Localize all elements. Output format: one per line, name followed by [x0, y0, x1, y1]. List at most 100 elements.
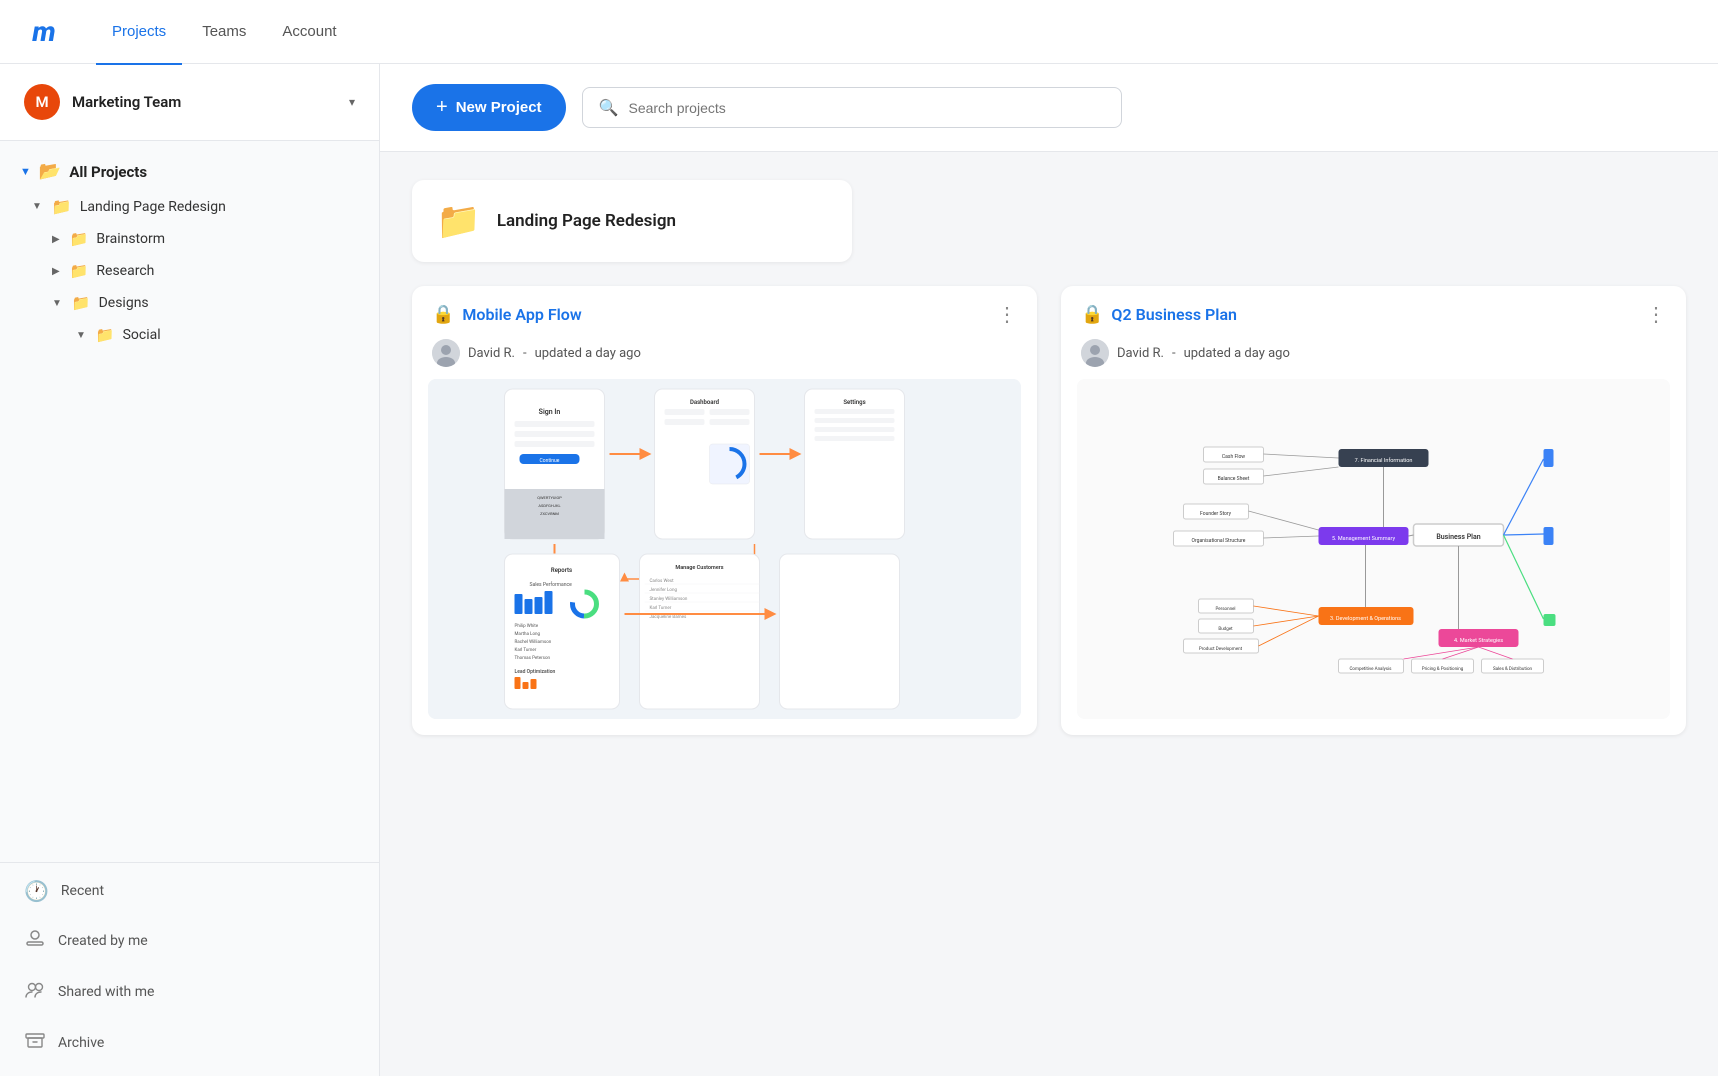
- svg-text:Stanley Williamson: Stanley Williamson: [650, 596, 688, 602]
- content-header: + New Project 🔍: [380, 64, 1718, 152]
- svg-text:ZXCVBNM: ZXCVBNM: [540, 511, 559, 516]
- tree-item-brainstorm[interactable]: ▶ 📁 Brainstorm: [0, 223, 379, 255]
- svg-text:Sign In: Sign In: [539, 408, 561, 416]
- folder-card-title: Landing Page Redesign: [497, 211, 676, 231]
- created-by-me-icon: [24, 927, 46, 954]
- landing-label: Landing Page Redesign: [80, 199, 226, 215]
- svg-text:5. Management Summary: 5. Management Summary: [1332, 536, 1396, 542]
- nav-item-recent[interactable]: 🕐 Recent: [0, 867, 379, 915]
- search-bar: 🔍: [582, 87, 1122, 128]
- brainstorm-chevron: ▶: [52, 234, 60, 245]
- svg-text:Sales Performance: Sales Performance: [530, 581, 573, 588]
- svg-text:Founder Story: Founder Story: [1200, 511, 1232, 517]
- author-avatar-q2: [1081, 339, 1109, 367]
- tree-item-landing-page[interactable]: ▼ 📁 Landing Page Redesign: [0, 190, 379, 223]
- team-avatar: M: [24, 84, 60, 120]
- lock-icon-mobile: 🔒: [432, 304, 454, 325]
- landing-folder-icon: 📁: [52, 197, 72, 216]
- tab-teams[interactable]: Teams: [186, 15, 262, 48]
- shared-with-me-icon: [24, 978, 46, 1005]
- top-nav: m Projects Teams Account: [0, 0, 1718, 64]
- all-projects-header[interactable]: ▼ 📂 All Projects: [0, 153, 379, 190]
- new-project-label: New Project: [456, 99, 542, 116]
- svg-text:ASDFGHJKL: ASDFGHJKL: [538, 503, 561, 508]
- research-icon: 📁: [70, 262, 89, 280]
- folder-card-landing[interactable]: 📁 Landing Page Redesign: [412, 180, 852, 262]
- archive-label: Archive: [58, 1035, 104, 1051]
- shared-with-me-label: Shared with me: [58, 984, 154, 1000]
- svg-text:Karl Turner: Karl Turner: [650, 605, 672, 611]
- research-chevron: ▶: [52, 266, 60, 277]
- plus-icon: +: [436, 96, 448, 119]
- projects-row: 🔒 Mobile App Flow ⋮ David R.: [412, 286, 1686, 735]
- tree-item-designs[interactable]: ▼ 📁 Designs: [0, 287, 379, 319]
- designs-label: Designs: [99, 295, 149, 311]
- new-project-button[interactable]: + New Project: [412, 84, 566, 131]
- team-name: Marketing Team: [72, 93, 337, 111]
- sidebar-nav: 🕐 Recent Created by me: [0, 850, 379, 1076]
- author-avatar-mobile: [432, 339, 460, 367]
- svg-text:Martha Long: Martha Long: [515, 631, 541, 637]
- created-by-me-label: Created by me: [58, 933, 148, 949]
- nav-divider: [0, 862, 379, 863]
- social-icon: 📁: [96, 326, 115, 344]
- logo-letter: m: [32, 15, 55, 48]
- card-author-mobile: David R. - updated a day ago: [412, 339, 1037, 379]
- svg-text:Manage Customers: Manage Customers: [675, 565, 723, 571]
- author-separator-mobile: -: [523, 346, 527, 361]
- brainstorm-icon: 📁: [70, 230, 89, 248]
- svg-text:Product Development: Product Development: [1199, 646, 1243, 652]
- sidebar-tree: ▼ 📂 All Projects ▼ 📁 Landing Page Redesi…: [0, 141, 379, 850]
- nav-item-created-by-me[interactable]: Created by me: [0, 915, 379, 966]
- svg-text:Rachel Williamson: Rachel Williamson: [515, 639, 552, 645]
- more-button-mobile[interactable]: ⋮: [997, 302, 1017, 327]
- social-chevron: ▼: [76, 330, 86, 341]
- svg-text:4. Market Strategies: 4. Market Strategies: [1454, 638, 1503, 644]
- tab-account[interactable]: Account: [266, 15, 352, 48]
- social-label: Social: [123, 327, 161, 343]
- svg-text:7. Financial Information: 7. Financial Information: [1355, 457, 1413, 464]
- sidebar: M Marketing Team ▾ ▼ 📂 All Projects ▼ 📁 …: [0, 64, 380, 1076]
- svg-text:QWERTYUIOP: QWERTYUIOP: [537, 495, 562, 500]
- svg-text:Business Plan: Business Plan: [1436, 533, 1480, 541]
- folder-card-icon: 📁: [436, 200, 481, 242]
- svg-text:Philip White: Philip White: [515, 623, 539, 629]
- project-card-mobile-app-flow: 🔒 Mobile App Flow ⋮ David R.: [412, 286, 1037, 735]
- brainstorm-label: Brainstorm: [96, 231, 165, 247]
- svg-text:Thomas Peterson: Thomas Peterson: [515, 655, 551, 661]
- svg-text:Sales & Distribution: Sales & Distribution: [1493, 666, 1533, 672]
- card-header-q2: 🔒 Q2 Business Plan ⋮: [1061, 286, 1686, 339]
- tree-item-research[interactable]: ▶ 📁 Research: [0, 255, 379, 287]
- q2-business-plan-title[interactable]: Q2 Business Plan: [1111, 305, 1646, 324]
- main-content: + New Project 🔍 📁 Landing Page Redesign …: [380, 64, 1718, 1076]
- svg-text:Carlos West: Carlos West: [650, 578, 675, 584]
- recent-label: Recent: [61, 883, 104, 899]
- svg-text:Balance Sheet: Balance Sheet: [1218, 476, 1250, 482]
- tree-item-social[interactable]: ▼ 📁 Social: [0, 319, 379, 351]
- nav-item-archive[interactable]: Archive: [0, 1017, 379, 1068]
- designs-chevron: ▼: [52, 298, 62, 309]
- tab-projects[interactable]: Projects: [96, 15, 182, 48]
- more-button-q2[interactable]: ⋮: [1646, 302, 1666, 327]
- search-input[interactable]: [628, 100, 1104, 116]
- projects-grid: 📁 Landing Page Redesign 🔒 Mobile App Flo…: [380, 152, 1718, 1076]
- all-projects-chevron: ▼: [20, 165, 31, 178]
- svg-text:Reports: Reports: [551, 567, 572, 574]
- mobile-preview: Sign In Continue QWERTYUIOP ASDFGHJKL: [428, 379, 1021, 719]
- card-author-q2: David R. - updated a day ago: [1061, 339, 1686, 379]
- svg-text:Cash Flow: Cash Flow: [1222, 454, 1245, 460]
- svg-text:3. Development & Operations: 3. Development & Operations: [1330, 616, 1401, 622]
- team-header: M Marketing Team ▾: [0, 64, 379, 141]
- author-separator-q2: -: [1172, 346, 1176, 361]
- nav-item-shared-with-me[interactable]: Shared with me: [0, 966, 379, 1017]
- mobile-app-flow-title[interactable]: Mobile App Flow: [462, 305, 997, 324]
- author-name-q2: David R.: [1117, 346, 1164, 361]
- svg-text:Competitive Analysis: Competitive Analysis: [1350, 666, 1393, 672]
- landing-chevron: ▼: [32, 201, 42, 212]
- mindmap-preview: Business Plan 5. Management Summary: [1077, 379, 1670, 719]
- team-dropdown-chevron[interactable]: ▾: [349, 95, 355, 109]
- svg-text:Personnel: Personnel: [1215, 606, 1235, 612]
- nav-tabs: Projects Teams Account: [96, 15, 353, 48]
- card-header-mobile: 🔒 Mobile App Flow ⋮: [412, 286, 1037, 339]
- svg-text:Organisational Structure: Organisational Structure: [1192, 538, 1246, 544]
